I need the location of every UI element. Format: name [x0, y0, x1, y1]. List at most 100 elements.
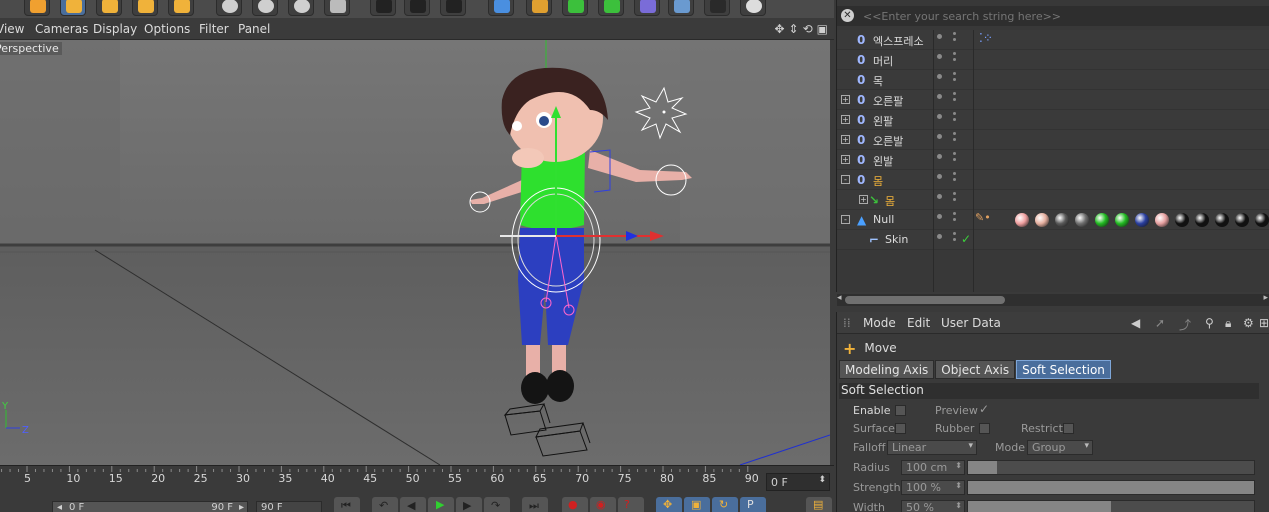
- material-tag-icon[interactable]: [1095, 213, 1109, 227]
- expand-icon[interactable]: +: [841, 155, 850, 164]
- visibility-toggle[interactable]: [937, 132, 957, 146]
- render-settings-button[interactable]: [440, 0, 466, 16]
- visibility-toggle[interactable]: [937, 52, 957, 66]
- material-tag-icon[interactable]: [1215, 213, 1229, 227]
- visibility-toggle[interactable]: [937, 172, 957, 186]
- menu-view[interactable]: View: [0, 22, 24, 36]
- scheme-button[interactable]: ▤: [806, 497, 832, 512]
- editor-visibility-dot[interactable]: [937, 214, 942, 219]
- menu-options[interactable]: Options: [144, 22, 190, 36]
- radius-field[interactable]: 100 cm ⬍: [901, 460, 965, 475]
- render-view-button[interactable]: [370, 0, 396, 16]
- preview-range-slider[interactable]: ◂ 0 F 90 F ▸: [52, 501, 248, 512]
- surface-checkbox[interactable]: [895, 423, 906, 434]
- material-tag-icon[interactable]: [1135, 213, 1149, 227]
- go-to-end-button[interactable]: ⏭: [522, 497, 548, 512]
- previous-frame-button[interactable]: ◀: [400, 497, 426, 512]
- spline-pen-button[interactable]: [526, 0, 552, 16]
- menu-edit[interactable]: Edit: [907, 316, 930, 330]
- stepper-icon[interactable]: ⬍: [955, 501, 962, 510]
- timeline-ruler[interactable]: 5 10 15 20 25 30 35 40 45 50 55 60 65 70 75 80 85 90 0 F …: [0, 465, 834, 495]
- object-row[interactable]: - ▲ Null ✎•: [837, 210, 1269, 230]
- material-tag-icon[interactable]: [1175, 213, 1189, 227]
- record-rotation-button[interactable]: ↻: [712, 497, 738, 512]
- expand-icon[interactable]: +: [859, 195, 868, 204]
- stepper-icon[interactable]: ⬍: [955, 461, 962, 470]
- settings-icon[interactable]: ⚙: [1243, 316, 1254, 330]
- render-visibility-dot[interactable]: [953, 212, 956, 215]
- menu-panel[interactable]: Panel: [238, 22, 270, 36]
- object-row[interactable]: 0 엑스프레소 ⁚⁘: [837, 30, 1269, 50]
- render-visibility-dot[interactable]: [953, 218, 956, 221]
- range-left-arrow-icon[interactable]: ◂: [57, 502, 62, 512]
- width-slider[interactable]: [967, 500, 1255, 512]
- end-frame-field[interactable]: 90 F: [256, 501, 322, 512]
- editor-visibility-dot[interactable]: [937, 94, 942, 99]
- strength-slider[interactable]: [967, 480, 1255, 495]
- object-row[interactable]: +0 오른팔: [837, 90, 1269, 110]
- editor-visibility-dot[interactable]: [937, 174, 942, 179]
- material-tag-icon[interactable]: [1075, 213, 1089, 227]
- render-visibility-dot[interactable]: [953, 98, 956, 101]
- object-list-horizontal-scrollbar[interactable]: ◂ ▸: [837, 293, 1269, 306]
- tab-object-axis[interactable]: Object Axis: [935, 360, 1016, 379]
- object-row[interactable]: + ↘ 몸: [837, 190, 1269, 210]
- perspective-viewport[interactable]: Y Z Perspective: [0, 40, 830, 465]
- cube-button[interactable]: [488, 0, 514, 16]
- column-separator[interactable]: [973, 30, 974, 292]
- up-arrow-icon[interactable]: ⤴: [1179, 316, 1191, 333]
- collapse-icon[interactable]: -: [841, 175, 850, 184]
- falloff-dropdown[interactable]: Linear ▾: [887, 440, 977, 455]
- restrict-checkbox[interactable]: [1063, 423, 1074, 434]
- render-visibility-dot[interactable]: [953, 152, 956, 155]
- floor-button[interactable]: [668, 0, 694, 16]
- editor-visibility-dot[interactable]: [937, 114, 942, 119]
- visibility-toggle[interactable]: [937, 212, 957, 226]
- tag-icons[interactable]: ✎•: [975, 211, 991, 224]
- render-picture-viewer-button[interactable]: [404, 0, 430, 16]
- render-visibility-dot[interactable]: [953, 178, 956, 181]
- render-visibility-dot[interactable]: [953, 58, 956, 61]
- object-row[interactable]: +0 왼팔: [837, 110, 1269, 130]
- expand-icon[interactable]: +: [841, 135, 850, 144]
- material-tag-icon[interactable]: [1155, 213, 1169, 227]
- editor-visibility-dot[interactable]: [937, 194, 942, 199]
- render-visibility-dot[interactable]: [953, 32, 956, 35]
- editor-visibility-dot[interactable]: [937, 154, 942, 159]
- render-visibility-dot[interactable]: [953, 238, 956, 241]
- visibility-toggle[interactable]: [937, 32, 957, 46]
- subdivision-button[interactable]: [562, 0, 588, 16]
- render-visibility-dot[interactable]: [953, 172, 956, 175]
- radius-slider[interactable]: [967, 460, 1255, 475]
- expand-icon[interactable]: +: [841, 115, 850, 124]
- next-frame-button[interactable]: ▶: [456, 497, 482, 512]
- play-button[interactable]: ▶: [428, 497, 454, 512]
- move-tool-button[interactable]: [60, 0, 86, 16]
- column-separator[interactable]: [933, 30, 934, 292]
- menu-cameras[interactable]: Cameras: [35, 22, 88, 36]
- render-visibility-dot[interactable]: [953, 232, 956, 235]
- render-visibility-dot[interactable]: [953, 72, 956, 75]
- array-button[interactable]: [598, 0, 624, 16]
- scrollbar-thumb[interactable]: [845, 296, 1005, 304]
- mode-dropdown[interactable]: Group ▾: [1027, 440, 1093, 455]
- material-tag-icon[interactable]: [1015, 213, 1029, 227]
- tab-soft-selection[interactable]: Soft Selection: [1016, 360, 1111, 379]
- menu-mode[interactable]: Mode: [863, 316, 896, 330]
- deformer-button[interactable]: [634, 0, 660, 16]
- collapse-icon[interactable]: -: [841, 215, 850, 224]
- material-tag-icon[interactable]: [1255, 213, 1269, 227]
- current-frame-field[interactable]: 0 F ⬍: [766, 473, 830, 491]
- material-tag-icon[interactable]: [1035, 213, 1049, 227]
- previous-key-button[interactable]: ↶: [372, 497, 398, 512]
- keyframe-selection-button[interactable]: ?: [618, 497, 644, 512]
- render-visibility-dot[interactable]: [953, 132, 956, 135]
- render-visibility-dot[interactable]: [953, 92, 956, 95]
- strength-field[interactable]: 100 % ⬍: [901, 480, 965, 495]
- orbit-icon[interactable]: ⟲: [803, 22, 813, 36]
- record-button[interactable]: ●: [562, 497, 588, 512]
- search-icon[interactable]: ⚲: [1205, 316, 1214, 330]
- z-axis-lock-button[interactable]: [288, 0, 314, 16]
- render-visibility-dot[interactable]: [953, 138, 956, 141]
- light-button[interactable]: [740, 0, 766, 16]
